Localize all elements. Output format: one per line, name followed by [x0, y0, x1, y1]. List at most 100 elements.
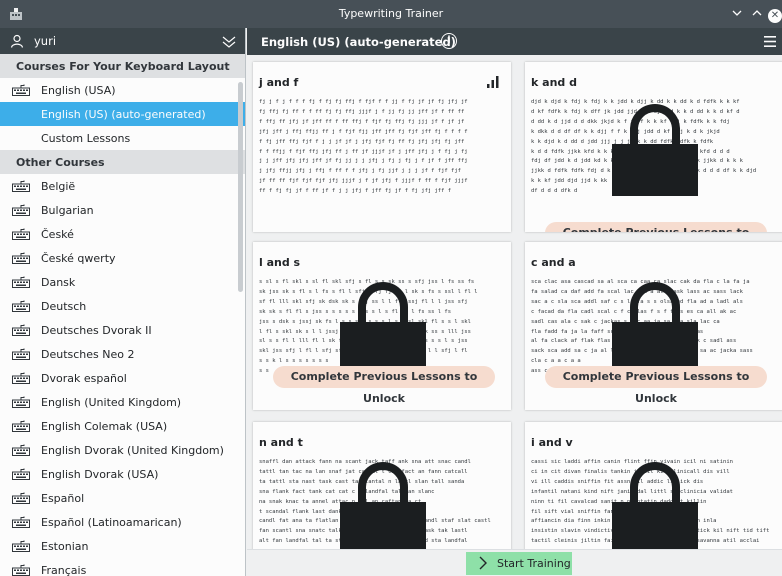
course-label: Français — [41, 564, 87, 576]
signal-bars-icon — [487, 76, 499, 88]
sidebar-course-item[interactable]: Dansk — [0, 270, 245, 294]
keyboard-icon — [12, 444, 30, 456]
lock-icon — [612, 282, 698, 374]
profile-selector[interactable]: yuri — [0, 28, 245, 54]
course-label: English Colemak (USA) — [41, 420, 168, 433]
keyboard-icon — [12, 324, 30, 336]
keyboard-icon — [12, 516, 30, 528]
course-label: České qwerty — [41, 252, 116, 265]
sidebar-course-item[interactable]: Français — [0, 558, 245, 576]
lock-icon — [340, 282, 426, 374]
lock-icon — [612, 104, 698, 196]
sidebar-course-item[interactable]: České qwerty — [0, 246, 245, 270]
maximize-button[interactable] — [748, 5, 766, 23]
close-icon: ✕ — [768, 9, 782, 23]
lesson-title: i and v — [531, 436, 573, 449]
sidebar-course-item[interactable]: België — [0, 174, 245, 198]
lesson-card[interactable]: j and f fj j f j f f f fj f fj fj ffj f … — [253, 62, 511, 232]
course-label: English (United Kingdom) — [41, 396, 182, 409]
keyboard-icon — [12, 420, 30, 432]
keyboard-icon — [12, 252, 30, 264]
group-header-keyboard-layout: Courses For Your Keyboard Layout — [0, 54, 245, 78]
start-training-button[interactable]: Start Training — [466, 552, 572, 575]
keyboard-icon — [12, 300, 30, 312]
lesson-title: l and s — [259, 256, 301, 269]
course-label: Deutsch — [41, 300, 87, 313]
keyboard-course-list: English (USA) English (US) (auto-generate… — [0, 78, 245, 150]
course-label: Deutsches Neo 2 — [41, 348, 135, 361]
keyboard-icon — [12, 228, 30, 240]
group-header-other-courses: Other Courses — [0, 150, 245, 174]
sidebar-course-item[interactable]: English Colemak (USA) — [0, 414, 245, 438]
sidebar-course-item[interactable]: English Dvorak (USA) — [0, 462, 245, 486]
lesson-preview-text: fj j f j f f f fj f fj fj ffj f fjf f f … — [259, 99, 468, 195]
lock-icon — [612, 462, 698, 549]
course-label: Deutsches Dvorak II — [41, 324, 152, 337]
window-titlebar: Typewriting Trainer ✕ — [0, 0, 782, 28]
minimize-button[interactable] — [728, 5, 746, 23]
course-label: English (US) (auto-generated) — [41, 108, 206, 121]
chevron-down-icon — [732, 10, 742, 16]
lesson-card[interactable]: c and a sca clac asa cascad sa al sca ca… — [525, 242, 782, 410]
sidebar-course-item[interactable]: Estonian — [0, 534, 245, 558]
start-training-label: Start Training — [497, 557, 571, 570]
sidebar-course-item[interactable]: Custom Lessons — [0, 126, 245, 150]
keyboard-icon — [12, 348, 30, 360]
lesson-title: j and f — [259, 76, 299, 89]
lesson-card[interactable]: n and t snaffl dan attack fann na scant … — [253, 422, 511, 549]
lesson-title: c and a — [531, 256, 576, 269]
lesson-title: n and t — [259, 436, 303, 449]
sidebar-course-item[interactable]: Dvorak español — [0, 366, 245, 390]
collapse-icon[interactable] — [221, 33, 237, 49]
info-icon[interactable]: i — [441, 33, 457, 49]
course-label: België — [41, 180, 76, 193]
lock-icon — [340, 462, 426, 549]
course-title: English (US) (auto-generated) — [261, 35, 456, 49]
sidebar-course-item[interactable]: České — [0, 222, 245, 246]
course-sidebar: yuri Courses For Your Keyboard Layout En… — [0, 28, 246, 576]
sidebar-course-item[interactable]: Deutsch — [0, 294, 245, 318]
hamburger-menu-icon[interactable] — [764, 36, 776, 47]
keyboard-icon — [12, 276, 30, 288]
sidebar-course-item[interactable]: English (US) (auto-generated) — [0, 102, 245, 126]
course-label: Español — [41, 492, 85, 505]
sidebar-course-item[interactable]: English (United Kingdom) — [0, 390, 245, 414]
keyboard-icon — [12, 492, 30, 504]
course-label: English Dvorak (USA) — [41, 468, 159, 481]
course-label: English (USA) — [41, 84, 116, 97]
sidebar-course-item[interactable]: Deutsches Neo 2 — [0, 342, 245, 366]
lesson-card[interactable]: k and d djd k djd k fdj k fdj k k jdd k … — [525, 62, 782, 232]
chevron-up-icon — [752, 10, 762, 16]
keyboard-icon — [12, 372, 30, 384]
keyboard-icon — [12, 540, 30, 552]
other-course-list: België Bulgarian České České qwerty Dansk Deu… — [0, 174, 245, 576]
course-label: English Dvorak (United Kingdom) — [41, 444, 224, 457]
lesson-grid: j and f fj j f j f f f fj f fj fj ffj f … — [247, 55, 782, 549]
window-title: Typewriting Trainer — [338, 7, 444, 20]
profile-username: yuri — [34, 34, 57, 48]
sidebar-course-item[interactable]: Bulgarian — [0, 198, 245, 222]
lesson-card[interactable]: l and s s sl s fl skl s sl fl skl sfj s … — [253, 242, 511, 410]
unlock-requirement-badge: Complete Previous Lessons to Unlock — [273, 366, 495, 405]
close-button[interactable]: ✕ — [768, 5, 782, 23]
course-label: Dvorak español — [41, 372, 127, 385]
keyboard-icon — [12, 396, 30, 408]
keyboard-icon — [12, 180, 30, 192]
course-label: Dansk — [41, 276, 76, 289]
sidebar-course-item[interactable]: English Dvorak (United Kingdom) — [0, 438, 245, 462]
course-label: České — [41, 228, 74, 241]
keyboard-icon — [12, 564, 30, 576]
user-icon — [10, 34, 24, 48]
course-label: Español (Latinoamarican) — [41, 516, 182, 529]
sidebar-course-item[interactable]: Español (Latinoamarican) — [0, 510, 245, 534]
sidebar-course-item[interactable]: Español — [0, 486, 245, 510]
unlock-requirement-badge: Complete Previous Lessons to Unlock — [545, 366, 767, 405]
sidebar-course-item[interactable]: Deutsches Dvorak II — [0, 318, 245, 342]
sidebar-scrollbar[interactable] — [238, 82, 243, 292]
lesson-card[interactable]: i and v cassi sic laddi affin canin flin… — [525, 422, 782, 549]
keyboard-icon — [12, 468, 30, 480]
lesson-title: k and d — [531, 76, 577, 89]
course-label: Custom Lessons — [41, 132, 131, 145]
bottom-bar: Start Training — [247, 549, 782, 576]
sidebar-course-item[interactable]: English (USA) — [0, 78, 245, 102]
